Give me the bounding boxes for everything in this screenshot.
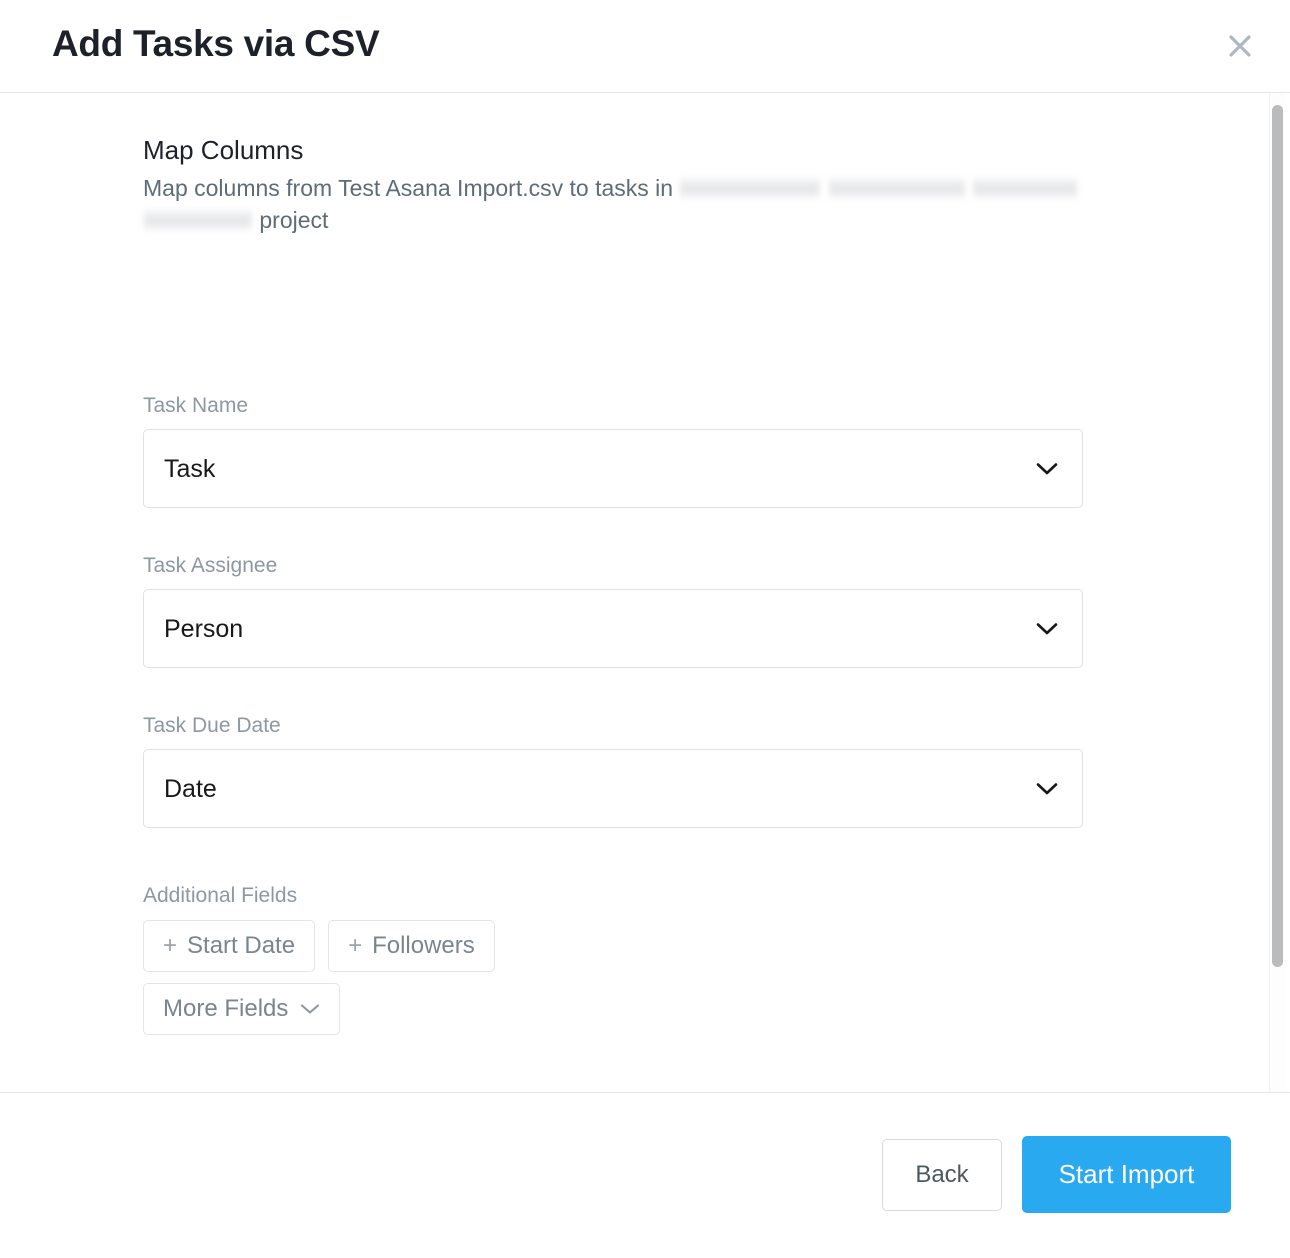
close-icon bbox=[1225, 31, 1255, 61]
dialog-title: Add Tasks via CSV bbox=[52, 23, 380, 64]
select-value-task-assignee: Person bbox=[164, 614, 244, 643]
additional-fields-label: Additional Fields bbox=[143, 884, 298, 907]
field-label-task-due-date: Task Due Date bbox=[143, 714, 281, 737]
chevron-down-icon bbox=[1036, 782, 1058, 795]
dialog-footer: Back Start Import bbox=[0, 1093, 1290, 1258]
scrollbar-thumb[interactable] bbox=[1272, 105, 1283, 967]
plus-icon: + bbox=[348, 932, 363, 959]
close-button[interactable] bbox=[1220, 26, 1260, 66]
description-suffix: project bbox=[259, 207, 329, 233]
plus-icon: + bbox=[163, 932, 178, 959]
select-value-task-name: Task bbox=[164, 454, 216, 483]
add-followers-label: Followers bbox=[372, 932, 475, 959]
more-fields-row: More Fields bbox=[143, 983, 495, 1035]
description-prefix: Map columns from Test Asana Import.csv t… bbox=[143, 175, 674, 201]
field-task-name: Task Name Task bbox=[143, 393, 1083, 508]
additional-fields-section: Additional Fields + Start Date + Followe… bbox=[143, 883, 495, 1046]
add-tasks-csv-dialog: Add Tasks via CSV Map Columns Map column… bbox=[0, 0, 1290, 1258]
redacted-project-token-2 bbox=[828, 176, 965, 199]
dialog-header: Add Tasks via CSV bbox=[0, 0, 1290, 93]
redacted-project-token-4 bbox=[144, 208, 252, 231]
field-label-task-name: Task Name bbox=[143, 394, 249, 417]
footer-actions: Back Start Import bbox=[882, 1136, 1231, 1213]
select-task-due-date[interactable]: Date bbox=[143, 749, 1083, 828]
chevron-down-icon bbox=[300, 1003, 320, 1015]
add-start-date-label: Start Date bbox=[187, 932, 296, 959]
select-task-assignee[interactable]: Person bbox=[143, 589, 1083, 668]
more-fields-label: More Fields bbox=[163, 995, 289, 1022]
back-button[interactable]: Back bbox=[882, 1138, 1002, 1211]
chevron-down-icon bbox=[1036, 622, 1058, 635]
field-task-assignee: Task Assignee Person bbox=[143, 553, 1083, 668]
chevron-down-icon bbox=[1036, 462, 1058, 475]
select-value-task-due-date: Date bbox=[164, 774, 217, 803]
start-import-button[interactable]: Start Import bbox=[1022, 1136, 1231, 1213]
redacted-project-token-3 bbox=[973, 176, 1078, 199]
dialog-body: Map Columns Map columns from Test Asana … bbox=[0, 93, 1290, 1093]
additional-fields-chip-row: + Start Date + Followers bbox=[143, 920, 495, 972]
redacted-project-token-1 bbox=[680, 176, 821, 199]
more-fields-button[interactable]: More Fields bbox=[143, 983, 341, 1035]
add-followers-chip[interactable]: + Followers bbox=[328, 920, 495, 972]
section-heading: Map Columns bbox=[143, 135, 304, 165]
scrollbar-track[interactable] bbox=[1269, 93, 1285, 1092]
add-start-date-chip[interactable]: + Start Date bbox=[143, 920, 316, 972]
field-label-task-assignee: Task Assignee bbox=[143, 554, 278, 577]
field-task-due-date: Task Due Date Date bbox=[143, 713, 1083, 828]
select-task-name[interactable]: Task bbox=[143, 429, 1083, 508]
section-description: Map columns from Test Asana Import.csv t… bbox=[143, 172, 1093, 236]
